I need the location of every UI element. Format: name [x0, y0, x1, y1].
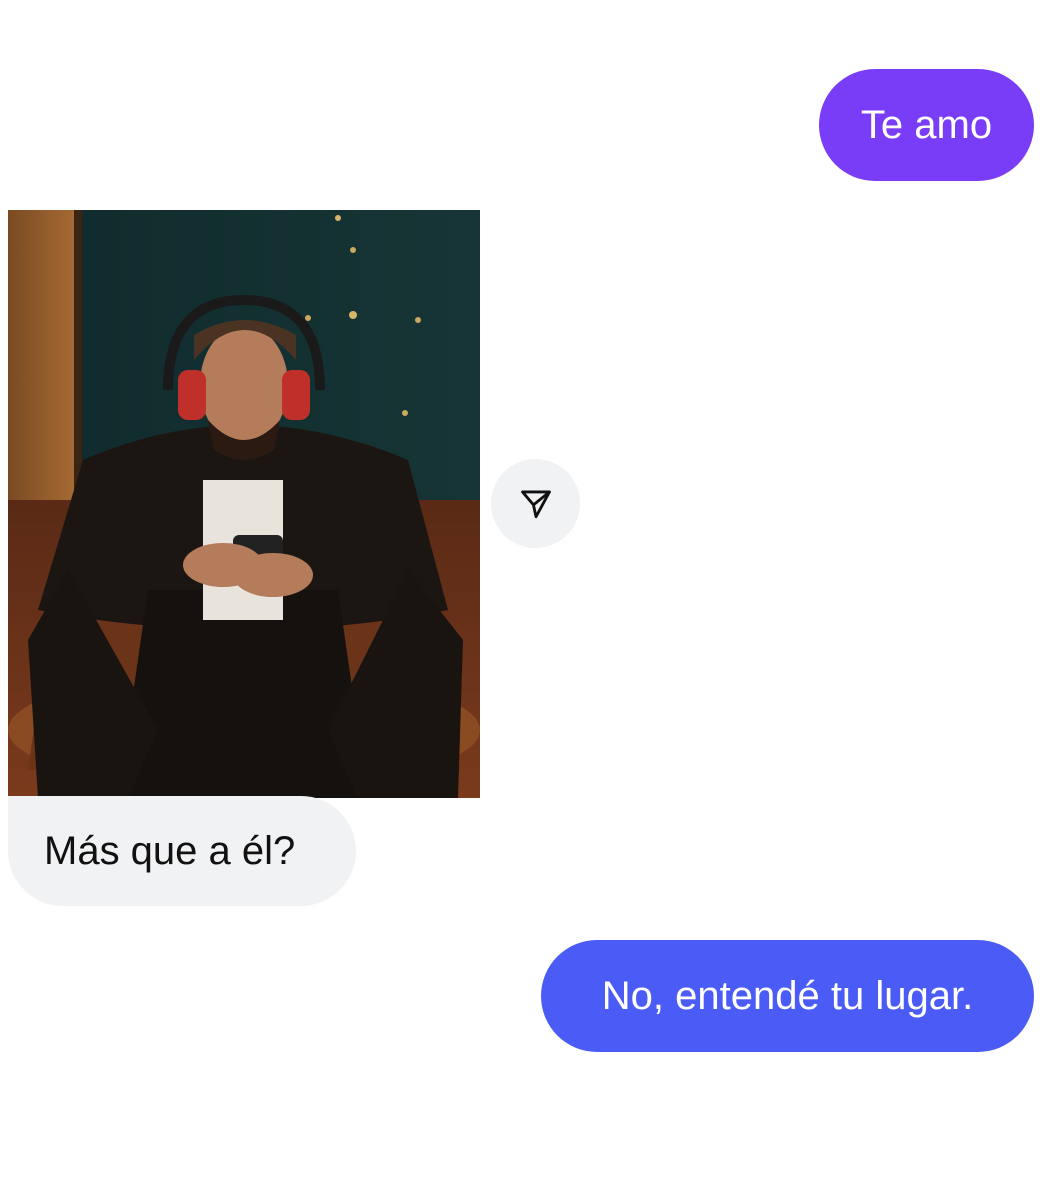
- outgoing-message-bubble[interactable]: No, entendé tu lugar.: [541, 940, 1034, 1052]
- outgoing-message-bubble[interactable]: Te amo: [819, 69, 1034, 181]
- chat-thread: Te amo Más que a él? No, entendé tu luga…: [0, 0, 1057, 1200]
- incoming-message-bubble[interactable]: Más que a él?: [8, 796, 356, 906]
- send-paper-plane-icon: [520, 490, 551, 518]
- shared-photo[interactable]: [8, 210, 480, 798]
- shared-photo-image: [8, 210, 480, 798]
- share-button[interactable]: [491, 459, 580, 548]
